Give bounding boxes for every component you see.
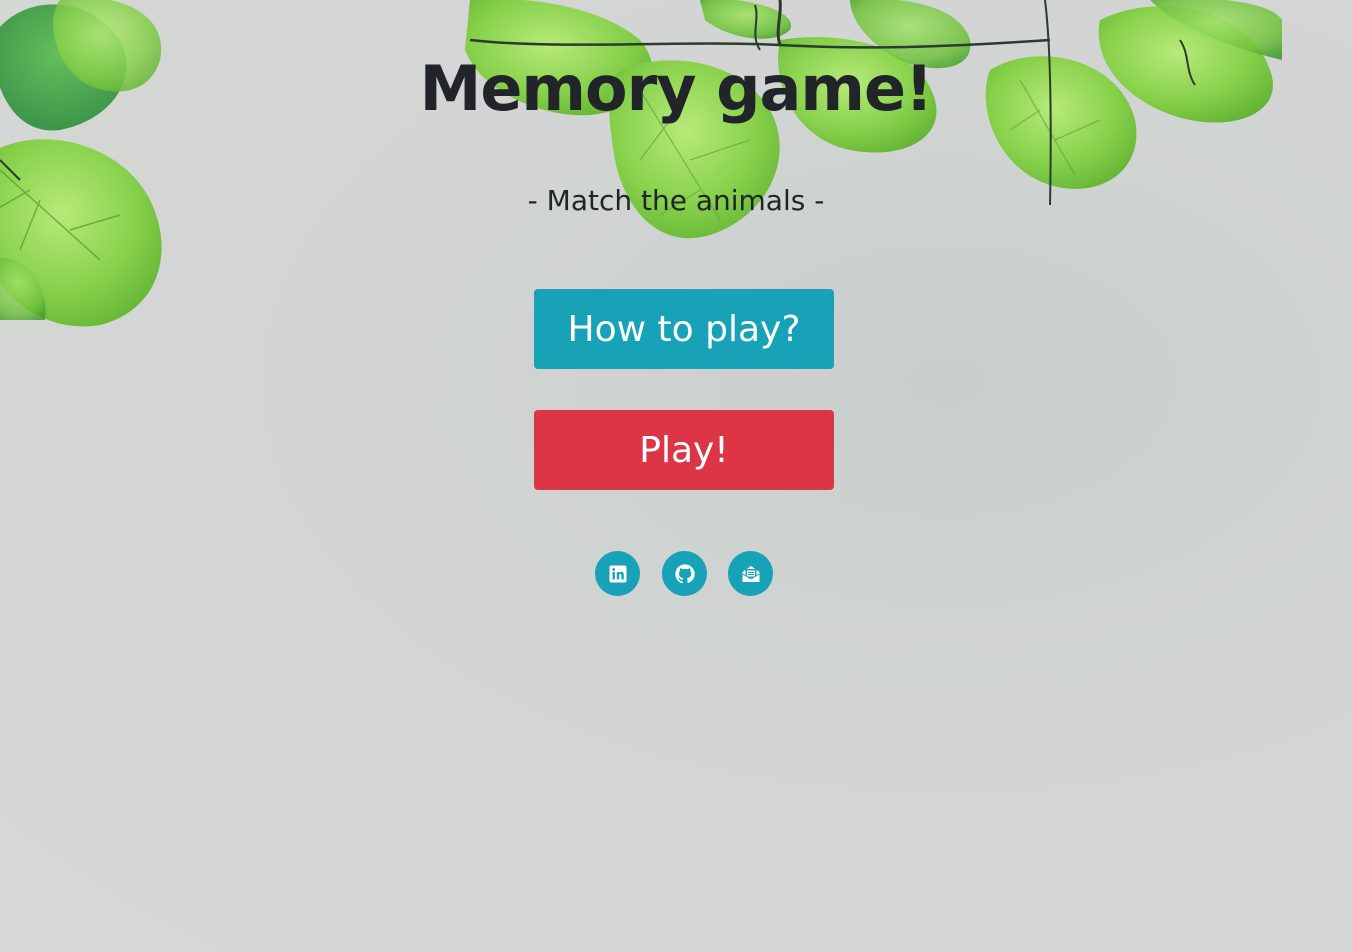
- page-title: Memory game!: [419, 52, 934, 125]
- how-to-play-button[interactable]: How to play?: [534, 289, 834, 369]
- linkedin-icon: [609, 565, 627, 583]
- page-subtitle: - Match the animals -: [527, 184, 825, 217]
- mail-icon: [741, 564, 761, 584]
- linkedin-link[interactable]: [595, 551, 640, 596]
- github-link[interactable]: [662, 551, 707, 596]
- play-button[interactable]: Play!: [534, 410, 834, 490]
- mail-link[interactable]: [728, 551, 773, 596]
- github-icon: [674, 563, 695, 584]
